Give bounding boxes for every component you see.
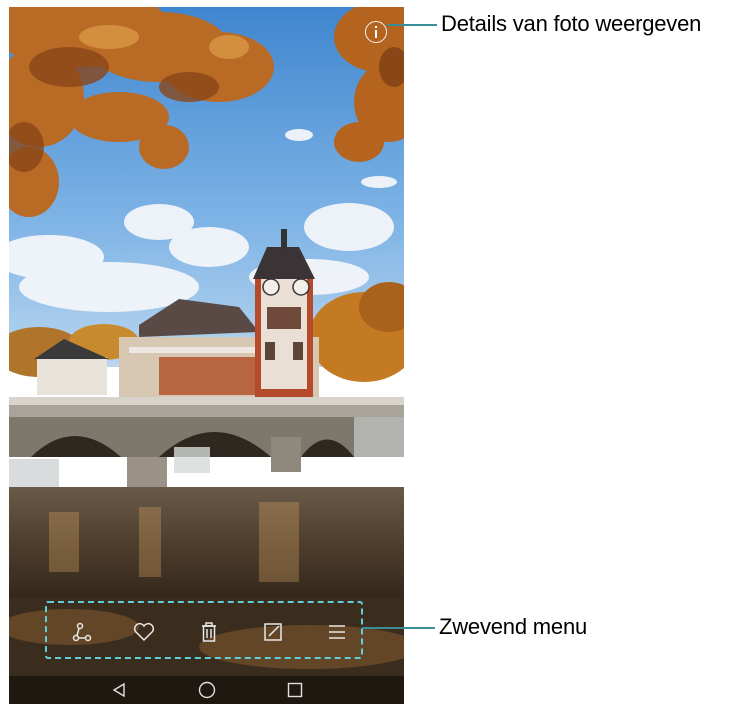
edit-button[interactable] [260, 620, 286, 644]
trash-icon [202, 622, 216, 642]
navigation-bar [9, 676, 404, 704]
share-button[interactable] [69, 620, 95, 644]
menu-callout-label: Zwevend menu [439, 614, 588, 639]
menu-callout-line [362, 627, 435, 629]
recents-button[interactable] [285, 680, 305, 700]
back-button[interactable] [109, 680, 129, 700]
heart-icon [133, 622, 155, 642]
info-icon [375, 26, 377, 38]
phone-screen [9, 7, 404, 704]
details-callout-label: Details van foto weergeven [441, 11, 702, 36]
recents-square-icon [287, 682, 303, 698]
floating-menu [45, 601, 363, 659]
favorite-button[interactable] [131, 620, 157, 644]
menu-icon [329, 625, 345, 639]
details-callout-line [387, 24, 437, 26]
home-button[interactable] [197, 680, 217, 700]
delete-button[interactable] [196, 620, 222, 644]
share-icon [72, 622, 92, 642]
photo-view [9, 7, 404, 704]
edit-icon [264, 623, 282, 641]
home-circle-icon [198, 681, 216, 699]
more-button[interactable] [324, 620, 350, 644]
info-button[interactable] [365, 21, 387, 43]
back-triangle-icon [112, 682, 125, 698]
